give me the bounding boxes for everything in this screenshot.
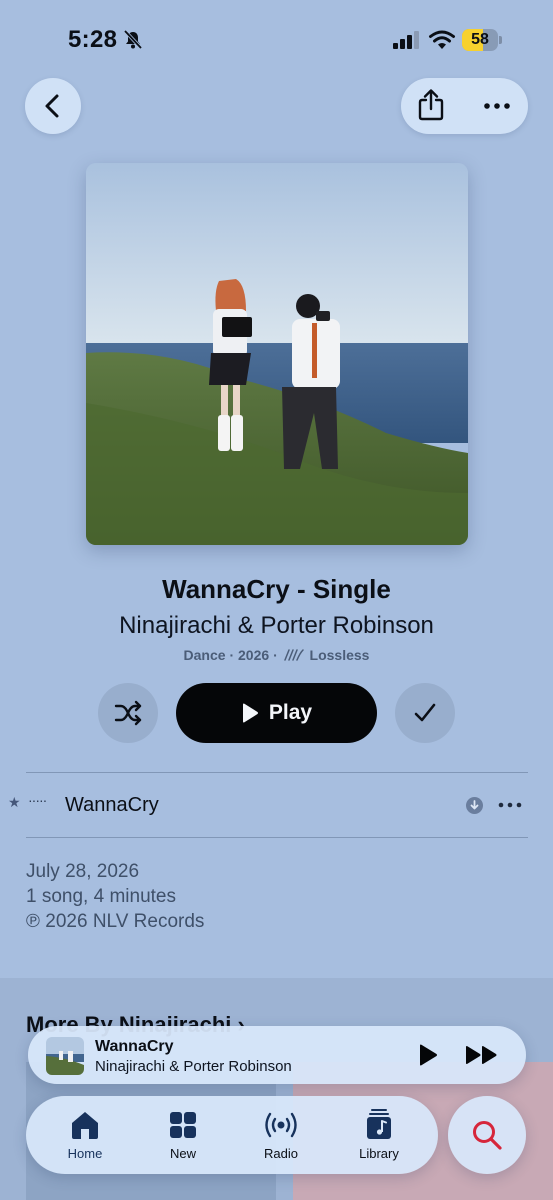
- status-bar: 5:28 58: [0, 0, 553, 80]
- battery-icon: 58: [462, 29, 502, 51]
- mini-player[interactable]: WannaCry Ninajirachi & Porter Robinson: [28, 1026, 526, 1084]
- release-date: July 28, 2026: [26, 861, 140, 882]
- play-label: Play: [268, 701, 313, 724]
- tab-radio[interactable]: Radio: [231, 1096, 331, 1174]
- search-icon: [473, 1121, 502, 1150]
- popularity-indicator: ·····: [28, 792, 47, 808]
- share-icon: [418, 89, 444, 121]
- album-year: 2026: [238, 647, 270, 663]
- album-artwork: [86, 163, 468, 545]
- home-icon: [72, 1112, 98, 1139]
- tab-new[interactable]: New: [133, 1096, 233, 1174]
- tab-library[interactable]: Library: [329, 1096, 429, 1174]
- divider: [26, 772, 528, 773]
- album-title: WannaCry - Single: [162, 574, 391, 604]
- battery-level: 58: [471, 31, 489, 48]
- checkmark-icon: [414, 703, 436, 722]
- tab-label: Radio: [264, 1146, 298, 1161]
- bell-slash-icon: [123, 29, 143, 50]
- action-pill: [401, 78, 528, 134]
- play-icon: [242, 703, 258, 723]
- meta-separator: ·: [229, 647, 235, 663]
- album-quality: Lossless: [309, 647, 370, 663]
- ellipsis-icon: [484, 103, 510, 109]
- play-button[interactable]: Play: [176, 683, 377, 743]
- album-artist-link[interactable]: Ninajirachi & Porter Robinson: [0, 612, 553, 640]
- radio-icon: [265, 1112, 297, 1138]
- lossless-icon: [283, 649, 304, 661]
- grid-icon: [170, 1112, 196, 1138]
- search-button[interactable]: [448, 1096, 526, 1174]
- library-icon: [367, 1109, 391, 1139]
- wifi-icon: [429, 30, 455, 49]
- track-title: WannaCry: [65, 794, 159, 816]
- more-options-button[interactable]: [467, 78, 527, 134]
- mini-player-title: WannaCry: [95, 1038, 174, 1055]
- tab-label: Home: [67, 1146, 103, 1161]
- tab-label: Library: [359, 1146, 399, 1161]
- divider: [26, 837, 528, 838]
- share-button[interactable]: [401, 78, 461, 134]
- chevron-left-icon: [45, 94, 59, 118]
- album-genre: Dance: [183, 647, 226, 663]
- back-button[interactable]: [25, 78, 81, 134]
- release-song-count: 1 song, 4 minutes: [26, 886, 176, 907]
- cellular-signal-icon: [393, 31, 419, 49]
- mini-play-icon[interactable]: [415, 1043, 439, 1067]
- mini-player-artist: Ninajirachi & Porter Robinson: [95, 1058, 292, 1075]
- favorite-star-icon: ★: [8, 794, 21, 810]
- status-time: 5:28: [68, 26, 118, 53]
- tab-home[interactable]: Home: [35, 1096, 135, 1174]
- shuffle-button[interactable]: [98, 683, 158, 743]
- added-to-library-button[interactable]: [395, 683, 455, 743]
- tab-label: New: [169, 1146, 196, 1161]
- album-meta: Dance · 2026 · Lossless: [0, 647, 553, 663]
- track-more-icon[interactable]: [498, 801, 522, 809]
- mini-player-artwork: [46, 1037, 84, 1075]
- release-copyright: ℗ 2026 NLV Records: [26, 911, 205, 932]
- downloaded-icon: [466, 797, 483, 814]
- tab-bar: Home New Radio Library: [26, 1096, 438, 1174]
- shuffle-icon: [114, 700, 142, 726]
- track-row[interactable]: ★ ····· WannaCry: [0, 782, 553, 828]
- meta-separator: ·: [273, 647, 278, 663]
- next-track-icon[interactable]: [465, 1044, 499, 1066]
